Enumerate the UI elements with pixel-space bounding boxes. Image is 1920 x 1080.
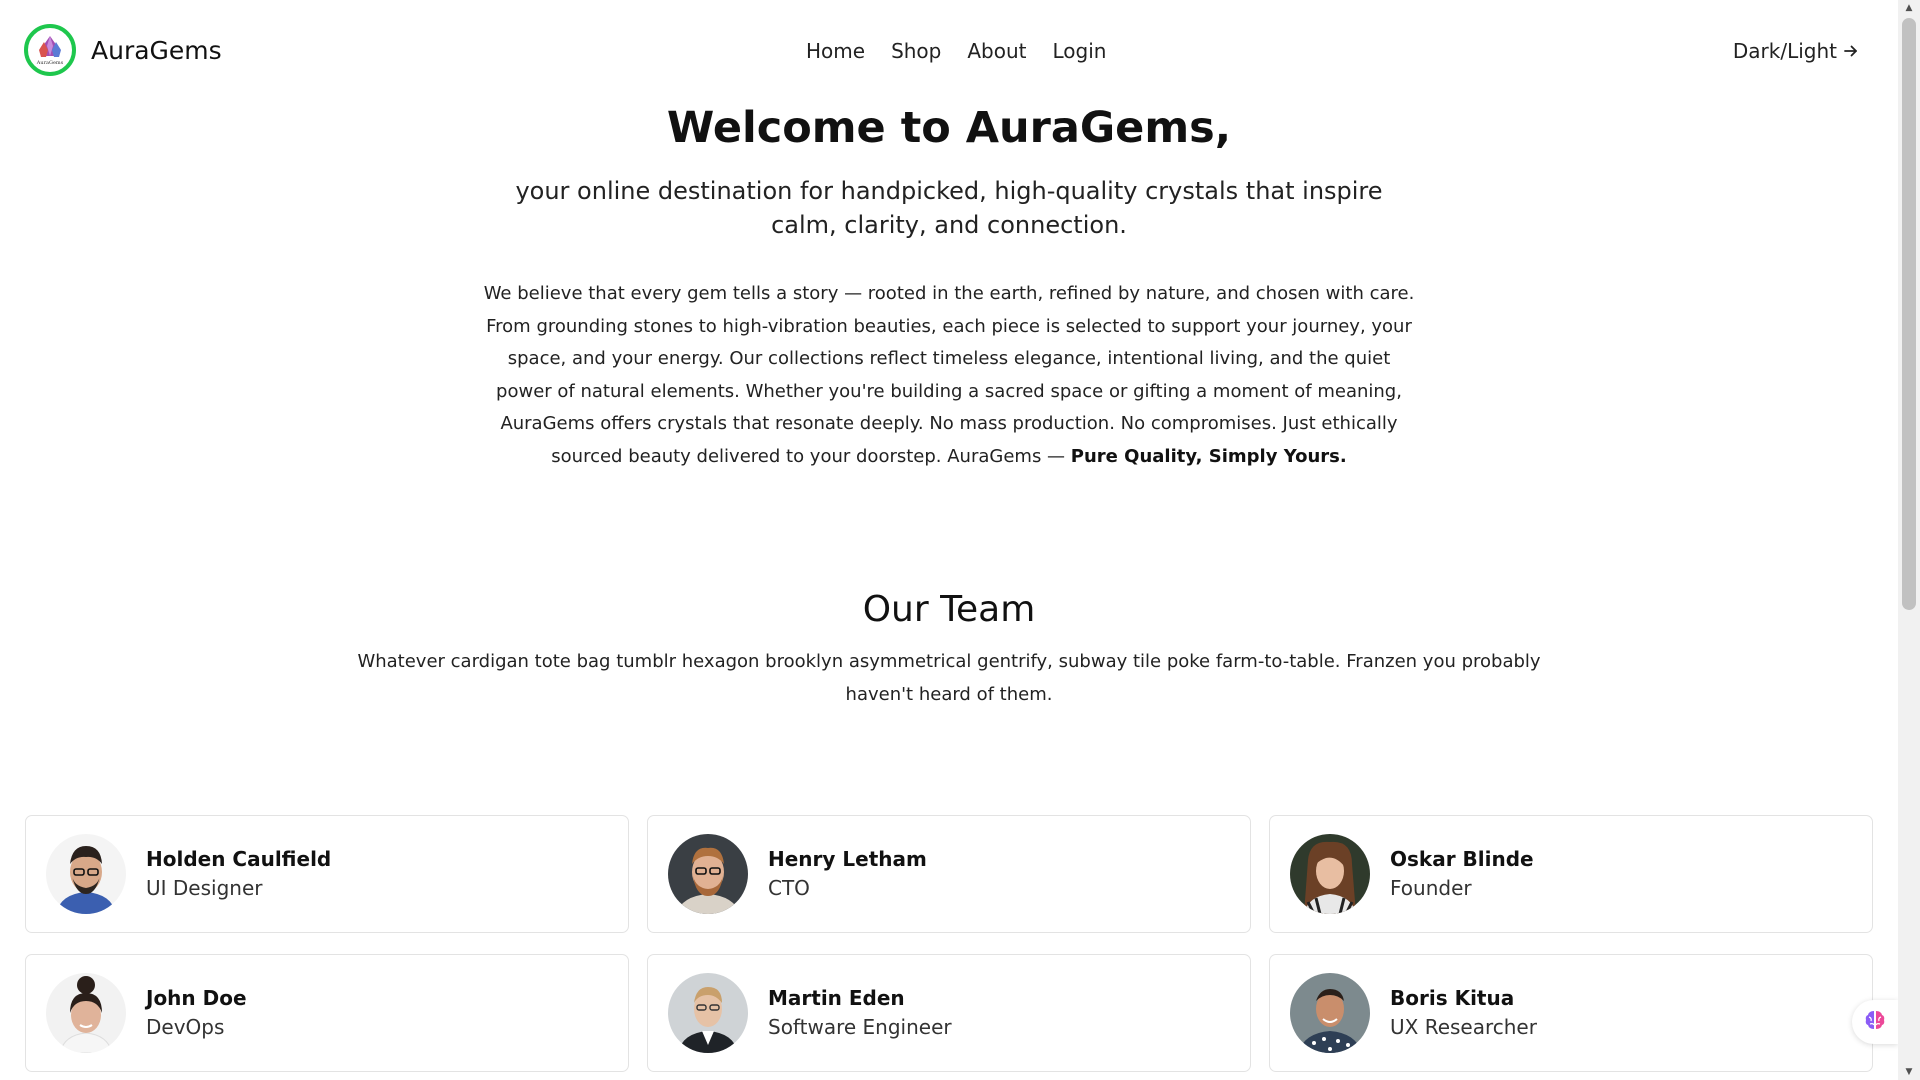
- team-grid: Holden Caulfield UI Designer Henry Letha…: [25, 815, 1873, 1072]
- member-info: Boris Kitua UX Researcher: [1390, 984, 1537, 1042]
- team-title: Our Team: [862, 589, 1036, 630]
- avatar: [1290, 973, 1370, 1053]
- member-info: John Doe DevOps: [146, 984, 247, 1042]
- avatar: [668, 973, 748, 1053]
- hero-tagline: Pure Quality, Simply Yours.: [1070, 445, 1347, 467]
- nav-shop[interactable]: Shop: [891, 38, 941, 64]
- team-card: Henry Letham CTO: [647, 815, 1251, 933]
- nav-login[interactable]: Login: [1053, 38, 1107, 64]
- theme-toggle-button[interactable]: Dark/Light: [1733, 38, 1859, 64]
- member-role: UI Designer: [146, 876, 263, 900]
- team-card: Martin Eden Software Engineer: [647, 954, 1251, 1072]
- member-name: Oskar Blinde: [1390, 847, 1534, 871]
- hero-lead: your online destination for handpicked, …: [515, 177, 1383, 239]
- hero-title: Welcome to AuraGems,: [666, 103, 1232, 153]
- team-card: Holden Caulfield UI Designer: [25, 815, 629, 933]
- team-section: Our Team Whatever cardigan tote bag tumb…: [0, 582, 1898, 711]
- theme-toggle-label: Dark/Light: [1732, 39, 1837, 63]
- member-name: John Doe: [146, 986, 247, 1010]
- nav-home[interactable]: Home: [806, 38, 865, 64]
- brand-name: AuraGems: [91, 35, 222, 65]
- scroll-up-arrow-icon[interactable]: ▲: [1898, 0, 1920, 16]
- page: AuraGems AuraGems Home Shop About Login …: [0, 0, 1920, 1080]
- team-card: John Doe DevOps: [25, 954, 629, 1072]
- scrollbar-thumb[interactable]: [1902, 18, 1916, 610]
- avatar: [1290, 834, 1370, 914]
- main-content: AuraGems AuraGems Home Shop About Login …: [0, 0, 1898, 1080]
- main-nav: Home Shop About Login: [806, 38, 1106, 64]
- member-name: Boris Kitua: [1390, 986, 1515, 1010]
- team-description: Whatever cardigan tote bag tumblr hexago…: [357, 651, 1541, 705]
- team-card: Boris Kitua UX Researcher: [1269, 954, 1873, 1072]
- avatar: [46, 834, 126, 914]
- member-name: Henry Letham: [768, 847, 927, 871]
- member-role: Software Engineer: [768, 1015, 952, 1039]
- member-role: CTO: [768, 876, 810, 900]
- member-info: Henry Letham CTO: [768, 845, 927, 903]
- brand-link[interactable]: AuraGems AuraGems: [24, 24, 222, 76]
- member-role: DevOps: [146, 1015, 225, 1039]
- scroll-down-arrow-icon[interactable]: ▼: [1898, 1064, 1920, 1080]
- assistant-widget-button[interactable]: [1852, 1000, 1898, 1044]
- member-info: Martin Eden Software Engineer: [768, 984, 952, 1042]
- hero-body-text: We believe that every gem tells a story …: [483, 283, 1415, 467]
- arrow-right-icon: [1843, 43, 1859, 59]
- member-role: Founder: [1390, 876, 1472, 900]
- avatar: [668, 834, 748, 914]
- auragems-logo-icon: AuraGems: [24, 24, 76, 76]
- member-role: UX Researcher: [1390, 1015, 1537, 1039]
- member-name: Martin Eden: [768, 986, 905, 1010]
- brain-icon: [1863, 1008, 1887, 1036]
- team-card: Oskar Blinde Founder: [1269, 815, 1873, 933]
- logo-lettering: AuraGems: [36, 60, 64, 66]
- member-info: Oskar Blinde Founder: [1390, 845, 1534, 903]
- hero-body: We believe that every gem tells a story …: [481, 278, 1417, 473]
- member-name: Holden Caulfield: [146, 847, 332, 871]
- nav-about[interactable]: About: [967, 38, 1026, 64]
- member-info: Holden Caulfield UI Designer: [146, 845, 331, 903]
- vertical-scrollbar[interactable]: ▲ ▼: [1898, 0, 1920, 1080]
- hero-section: Welcome to AuraGems, your online destina…: [0, 96, 1898, 473]
- avatar: [46, 973, 126, 1053]
